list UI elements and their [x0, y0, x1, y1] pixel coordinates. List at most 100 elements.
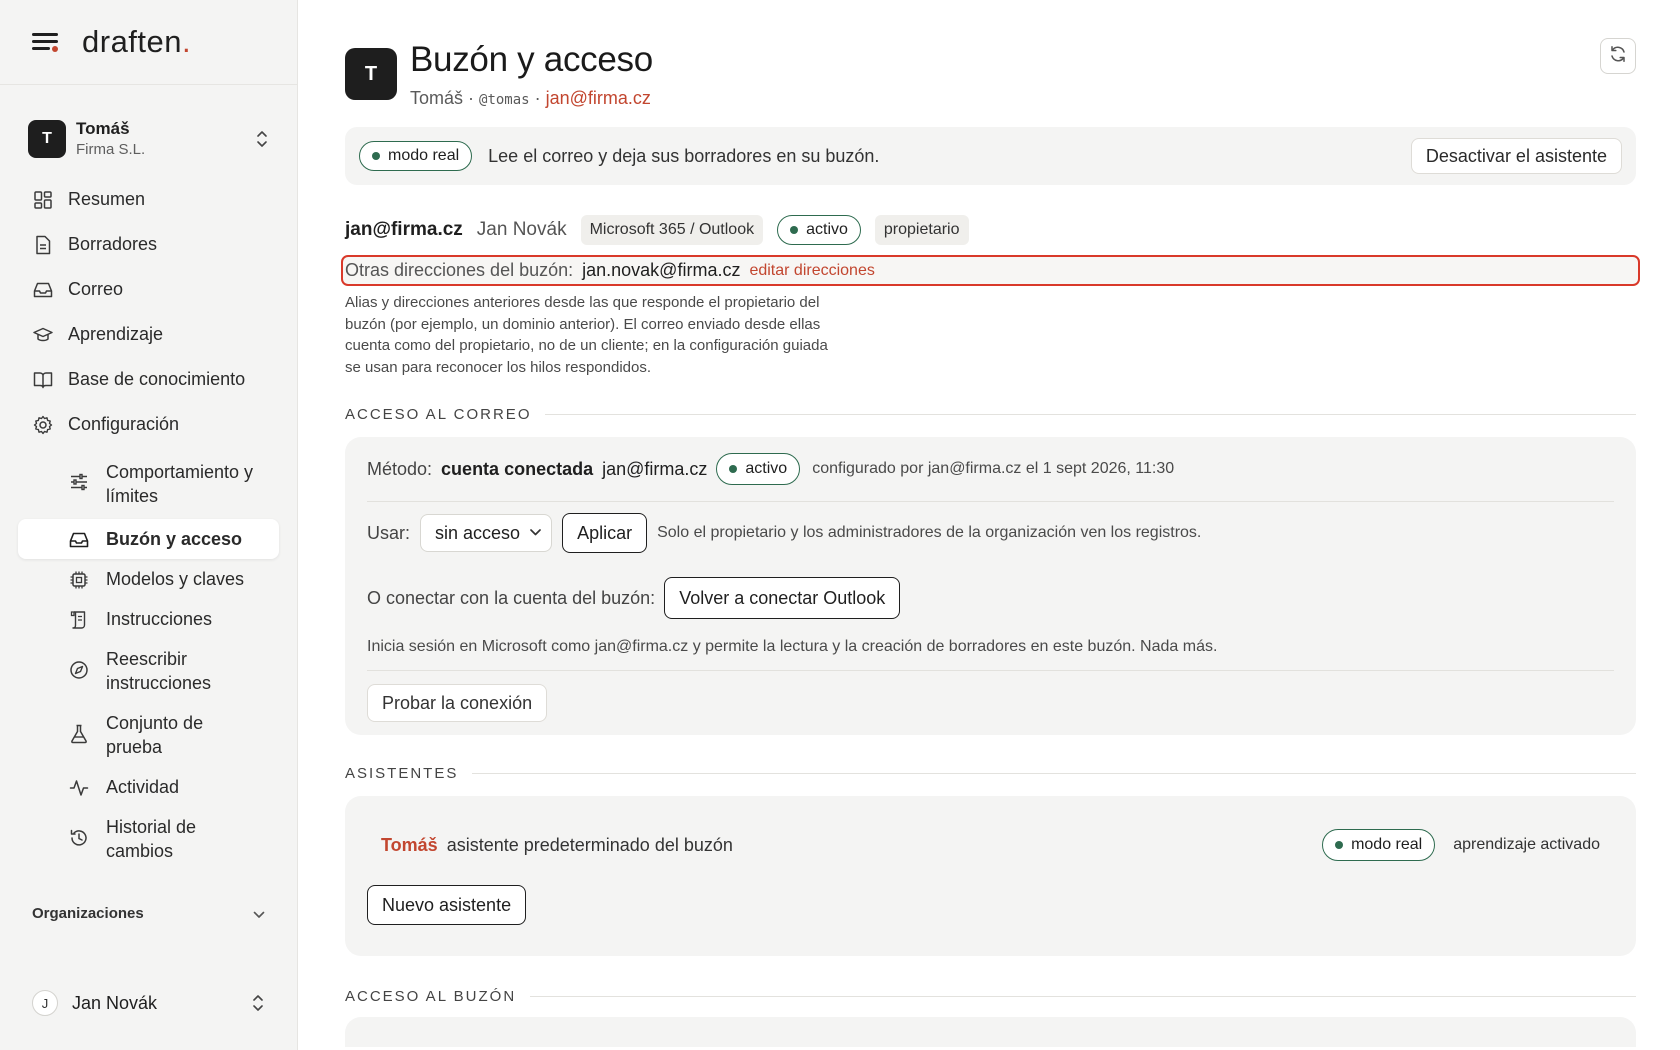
- mailbox-status-pill: activo: [777, 215, 861, 245]
- connect-note-row: Inicia sesión en Microsoft como jan@firm…: [367, 632, 1614, 662]
- history-icon: [68, 827, 90, 849]
- sub-item-label: Instrucciones: [106, 609, 213, 629]
- main-content: T Buzón y acceso Tomáš · @tomas · jan@fi…: [298, 0, 1680, 1050]
- organizations-label: Organizaciones: [32, 905, 144, 922]
- user-menu[interactable]: J Jan Novák: [32, 990, 265, 1016]
- nav-item-aprendizaje[interactable]: Aprendizaje: [0, 312, 297, 357]
- assistant-learning-status: aprendizaje activado: [1453, 836, 1600, 853]
- assistants-card: Tomáš asistente predeterminado del buzón…: [345, 796, 1636, 956]
- account-switcher[interactable]: T Tomáš Firma S.L.: [0, 115, 297, 163]
- test-connection-button[interactable]: Probar la conexión: [367, 684, 548, 722]
- sub-item-label: Modelos y claves: [106, 569, 245, 589]
- role-tag: propietario: [874, 215, 969, 245]
- account-org: Firma S.L.: [76, 141, 146, 159]
- nav-item-base-de-conocimiento[interactable]: Base de conocimiento: [0, 357, 297, 402]
- sub-item-label: Reescribir instrucciones: [106, 649, 212, 693]
- page-title: Buzón y acceso: [410, 40, 653, 79]
- compass-icon: [68, 659, 90, 681]
- mode-description: Lee el correo y deja sus borradores en s…: [488, 145, 880, 166]
- subtitle-separator: ·: [463, 88, 480, 108]
- organizations-toggle[interactable]: Organizaciones: [32, 905, 265, 922]
- chevron-up-down-icon: [255, 128, 269, 150]
- refresh-button[interactable]: [1600, 38, 1636, 74]
- sub-item-comportamiento[interactable]: Comportamiento y límites: [18, 451, 279, 517]
- sub-item-label: Historial de cambios: [106, 817, 197, 861]
- nav-item-borradores[interactable]: Borradores: [0, 222, 297, 267]
- assistant-avatar: T: [345, 48, 397, 100]
- assistant-name: Tomáš: [381, 834, 438, 855]
- nav-item-configuracion[interactable]: Configuración: [0, 402, 297, 447]
- status-dot: [1335, 841, 1344, 849]
- subtitle-email-link[interactable]: jan@firma.cz: [546, 88, 651, 108]
- method-email: jan@firma.cz: [602, 458, 708, 479]
- new-assistant-button[interactable]: Nuevo asistente: [367, 885, 527, 925]
- nav-label: Aprendizaje: [68, 324, 164, 344]
- inbox-icon: [68, 529, 90, 551]
- mode-pill: modo real: [359, 141, 473, 171]
- use-row: Usar: sin acceso Aplicar Solo el propiet…: [367, 502, 1614, 564]
- user-name: Jan Novák: [72, 992, 158, 1013]
- status-dot: [372, 152, 380, 160]
- alternate-address-value: jan.novak@firma.cz: [582, 260, 741, 280]
- assistant-row[interactable]: Tomáš asistente predeterminado del buzón…: [381, 796, 1600, 876]
- book-icon: [32, 369, 54, 391]
- alternate-addresses-help: Alias y direcciones anteriores desde las…: [345, 294, 828, 376]
- chevron-down-icon: [530, 527, 541, 539]
- connect-row: O conectar con la cuenta del buzón: Volv…: [367, 564, 1614, 632]
- sub-item-conjunto-de-prueba[interactable]: Conjunto de prueba: [18, 703, 279, 767]
- mailbox-owner-name: Jan Novák: [476, 219, 567, 240]
- scroll-icon: [68, 609, 90, 631]
- sub-item-historial-de-cambios[interactable]: Historial de cambios: [18, 807, 279, 871]
- nav-item-correo[interactable]: Correo: [0, 267, 297, 312]
- account-avatar: T: [28, 120, 66, 158]
- logo-text: draften: [82, 24, 183, 59]
- sub-item-label: Comportamiento y límites: [106, 462, 254, 506]
- alternate-addresses-label: Otras direcciones del buzón:: [345, 260, 574, 280]
- inbox-icon: [32, 279, 54, 301]
- brand-bar: draften.: [0, 0, 297, 85]
- sub-item-buzon-y-acceso[interactable]: Buzón y acceso: [18, 519, 279, 559]
- access-select-value: sin acceso: [435, 522, 521, 543]
- sub-item-label: Buzón y acceso: [106, 529, 243, 549]
- logo-dot: .: [182, 24, 192, 59]
- section-title-label: ASISTENTES: [345, 765, 459, 782]
- method-value: cuenta conectada: [441, 458, 594, 479]
- activity-icon: [68, 777, 90, 799]
- sub-item-modelos-y-claves[interactable]: Modelos y claves: [18, 559, 279, 599]
- nav-label: Correo: [68, 279, 124, 299]
- chevron-up-down-icon: [251, 992, 265, 1014]
- mode-pill-label: modo real: [388, 147, 460, 164]
- use-label: Usar:: [367, 522, 411, 543]
- main-nav: Resumen Borradores Correo Aprendizaje Ba…: [0, 177, 297, 871]
- nav-item-resumen[interactable]: Resumen: [0, 177, 297, 222]
- assistant-mode-label: modo real: [1351, 836, 1423, 853]
- section-title-label: ACCESO AL CORREO: [345, 406, 532, 423]
- title-block: Buzón y acceso Tomáš · @tomas · jan@firm…: [410, 40, 653, 109]
- logo[interactable]: draften.: [82, 24, 191, 60]
- access-select[interactable]: sin acceso: [420, 514, 553, 552]
- edit-addresses-link[interactable]: editar direcciones: [749, 262, 874, 280]
- deactivate-assistant-button[interactable]: Desactivar el asistente: [1410, 138, 1622, 174]
- reconnect-outlook-button[interactable]: Volver a conectar Outlook: [664, 577, 901, 619]
- sub-item-actividad[interactable]: Actividad: [18, 767, 279, 807]
- mailbox-access-card: [345, 1017, 1636, 1047]
- connect-label: O conectar con la cuenta del buzón:: [367, 587, 656, 608]
- apply-button[interactable]: Aplicar: [562, 513, 648, 553]
- sidebar: draften. T Tomáš Firma S.L. Resumen Borr…: [0, 0, 298, 1050]
- provider-tag: Microsoft 365 / Outlook: [580, 215, 764, 245]
- sub-item-instrucciones[interactable]: Instrucciones: [18, 599, 279, 639]
- test-row: Probar la conexión: [367, 671, 1614, 735]
- mode-bar: modo real Lee el correo y deja sus borra…: [345, 127, 1636, 185]
- sub-item-reescribir-instrucciones[interactable]: Reescribir instrucciones: [18, 639, 279, 703]
- account-text: Tomáš Firma S.L.: [76, 118, 255, 160]
- page-header: T Buzón y acceso Tomáš · @tomas · jan@fi…: [345, 40, 1636, 109]
- connect-note: Inicia sesión en Microsoft como jan@firm…: [367, 638, 1218, 655]
- nav-label: Resumen: [68, 189, 146, 209]
- menu-icon[interactable]: [32, 31, 60, 53]
- assistant-description: asistente predeterminado del buzón: [446, 834, 733, 855]
- mail-access-card: Método: cuenta conectada jan@firma.cz ac…: [345, 437, 1636, 735]
- chevron-down-icon: [253, 906, 265, 922]
- grid-icon: [32, 189, 54, 211]
- nav-label: Borradores: [68, 234, 158, 254]
- new-assistant-row: Nuevo asistente: [367, 876, 1600, 956]
